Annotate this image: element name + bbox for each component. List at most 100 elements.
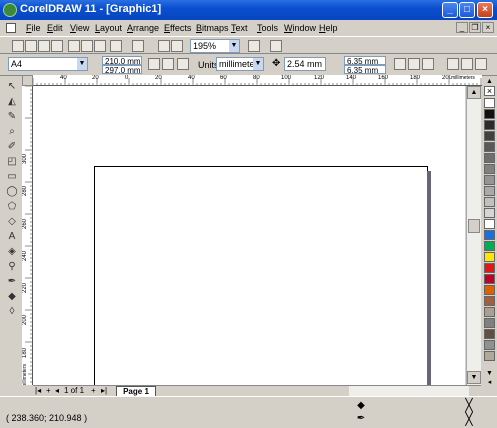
color-swatch[interactable]: [484, 307, 495, 317]
palette-flyout-icon[interactable]: ◂: [484, 379, 495, 386]
maximize-button[interactable]: □: [459, 2, 475, 18]
doc-minimize-button[interactable]: _: [456, 22, 468, 33]
nudge-field[interactable]: 2.54 mm: [284, 57, 326, 71]
import-icon[interactable]: [158, 40, 170, 52]
treat-as-filled-icon[interactable]: [394, 58, 406, 70]
menu-layout[interactable]: Layout: [95, 23, 122, 33]
interactive-blend-tool-icon[interactable]: ◈: [5, 245, 19, 258]
menu-tools[interactable]: Tools: [257, 23, 278, 33]
portrait-icon[interactable]: [148, 58, 160, 70]
color-swatch[interactable]: [484, 351, 495, 361]
color-swatch[interactable]: [484, 219, 495, 229]
previous-page-icon[interactable]: ◂: [55, 386, 59, 396]
options-icon[interactable]: [475, 58, 487, 70]
color-swatch[interactable]: [484, 98, 495, 108]
menu-file[interactable]: File: [26, 23, 41, 33]
units-select[interactable]: millimeters ▼: [216, 57, 264, 71]
zoom-tool-icon[interactable]: ⌕: [5, 125, 19, 138]
color-swatch[interactable]: [484, 120, 495, 130]
rectangle-tool-icon[interactable]: ▭: [5, 170, 19, 183]
first-page-icon[interactable]: |◂: [35, 386, 41, 396]
ellipse-tool-icon[interactable]: ◯: [5, 185, 19, 198]
color-swatch[interactable]: [484, 263, 495, 273]
no-fill-swatch-icon[interactable]: ×: [484, 86, 495, 96]
polygon-tool-icon[interactable]: ⬠: [5, 200, 19, 213]
color-swatch[interactable]: [484, 340, 495, 350]
duplicate-y-field[interactable]: 6.35 mm: [344, 65, 386, 75]
chevron-down-icon[interactable]: ▼: [229, 40, 239, 52]
color-swatch[interactable]: [484, 153, 495, 163]
menu-arrange[interactable]: Arrange: [127, 23, 159, 33]
drawing-canvas[interactable]: [33, 86, 465, 385]
color-swatch[interactable]: [484, 175, 495, 185]
color-swatch[interactable]: [484, 329, 495, 339]
basic-shapes-tool-icon[interactable]: ◇: [5, 215, 19, 228]
close-button[interactable]: ×: [477, 2, 493, 18]
cut-icon[interactable]: [68, 40, 80, 52]
dynamic-guides-icon[interactable]: [461, 58, 473, 70]
color-swatch[interactable]: [484, 318, 495, 328]
color-swatch[interactable]: [484, 131, 495, 141]
pick-tool-icon[interactable]: ↖: [5, 80, 19, 93]
zoom-level-select[interactable]: 195% ▼: [190, 39, 240, 53]
add-page-after-icon[interactable]: +: [91, 386, 96, 396]
eyedropper-tool-icon[interactable]: ⚲: [5, 260, 19, 273]
ruler-origin[interactable]: [22, 75, 33, 86]
outline-tool-icon[interactable]: ✒: [5, 275, 19, 288]
shape-tool-icon[interactable]: ◭: [5, 95, 19, 108]
corel-online-icon[interactable]: [270, 40, 282, 52]
copy-icon[interactable]: [81, 40, 93, 52]
scroll-up-arrow-icon[interactable]: ▲: [467, 86, 481, 99]
vertical-scrollbar[interactable]: ▲ ▼: [466, 86, 481, 385]
application-launcher-icon[interactable]: [248, 40, 260, 52]
landscape-icon[interactable]: [162, 58, 174, 70]
redo-icon[interactable]: [132, 40, 144, 52]
fill-tool-icon[interactable]: ◆: [5, 290, 19, 303]
horizontal-ruler[interactable]: 40 20 0 20 40 60 80 100 120 140 160 180 …: [33, 75, 482, 86]
color-swatch[interactable]: [484, 164, 495, 174]
chevron-down-icon[interactable]: ▼: [77, 58, 87, 70]
horizontal-scrollbar[interactable]: [349, 386, 469, 396]
scroll-down-arrow-icon[interactable]: ▼: [467, 371, 481, 384]
drawing-page[interactable]: [94, 166, 428, 385]
snap-to-grid-icon[interactable]: [408, 58, 420, 70]
palette-scroll-down-icon[interactable]: ▼: [484, 370, 495, 377]
palette-scroll-up-icon[interactable]: ▲: [484, 78, 495, 85]
undo-icon[interactable]: [110, 40, 122, 52]
all-pages-icon[interactable]: [177, 58, 189, 70]
paste-icon[interactable]: [94, 40, 106, 52]
new-icon[interactable]: [12, 40, 24, 52]
export-icon[interactable]: [171, 40, 183, 52]
color-swatch[interactable]: [484, 296, 495, 306]
color-swatch[interactable]: [484, 285, 495, 295]
doc-restore-button[interactable]: ❐: [469, 22, 481, 33]
freehand-tool-icon[interactable]: ✐: [5, 140, 19, 153]
color-swatch[interactable]: [484, 252, 495, 262]
outline-pen-icon[interactable]: ✒: [355, 413, 367, 425]
text-tool-icon[interactable]: A: [5, 230, 19, 243]
chevron-down-icon[interactable]: ▼: [253, 58, 263, 70]
color-swatch[interactable]: [484, 142, 495, 152]
color-swatch[interactable]: [484, 208, 495, 218]
vertical-scroll-thumb[interactable]: [468, 219, 480, 233]
smart-fill-tool-icon[interactable]: ◰: [5, 155, 19, 168]
crop-tool-icon[interactable]: ✎: [5, 110, 19, 123]
menu-view[interactable]: View: [70, 23, 89, 33]
menu-effects[interactable]: Effects: [164, 23, 191, 33]
minimize-button[interactable]: _: [442, 2, 458, 18]
print-icon[interactable]: [51, 40, 63, 52]
menu-help[interactable]: Help: [319, 23, 338, 33]
last-page-icon[interactable]: ▸|: [101, 386, 107, 396]
document-icon[interactable]: [6, 23, 16, 33]
color-swatch[interactable]: [484, 230, 495, 240]
doc-close-button[interactable]: ×: [482, 22, 494, 33]
snap-to-guidelines-icon[interactable]: [422, 58, 434, 70]
interactive-fill-tool-icon[interactable]: ◊: [5, 305, 19, 318]
menu-bitmaps[interactable]: Bitmaps: [196, 23, 229, 33]
paper-height-field[interactable]: 297.0 mm: [102, 65, 142, 75]
snap-to-objects-icon[interactable]: [447, 58, 459, 70]
color-swatch[interactable]: [484, 241, 495, 251]
coreldraw-app-icon[interactable]: [3, 3, 17, 17]
save-icon[interactable]: [38, 40, 50, 52]
duplicate-x-field[interactable]: 6.35 mm: [344, 56, 386, 66]
